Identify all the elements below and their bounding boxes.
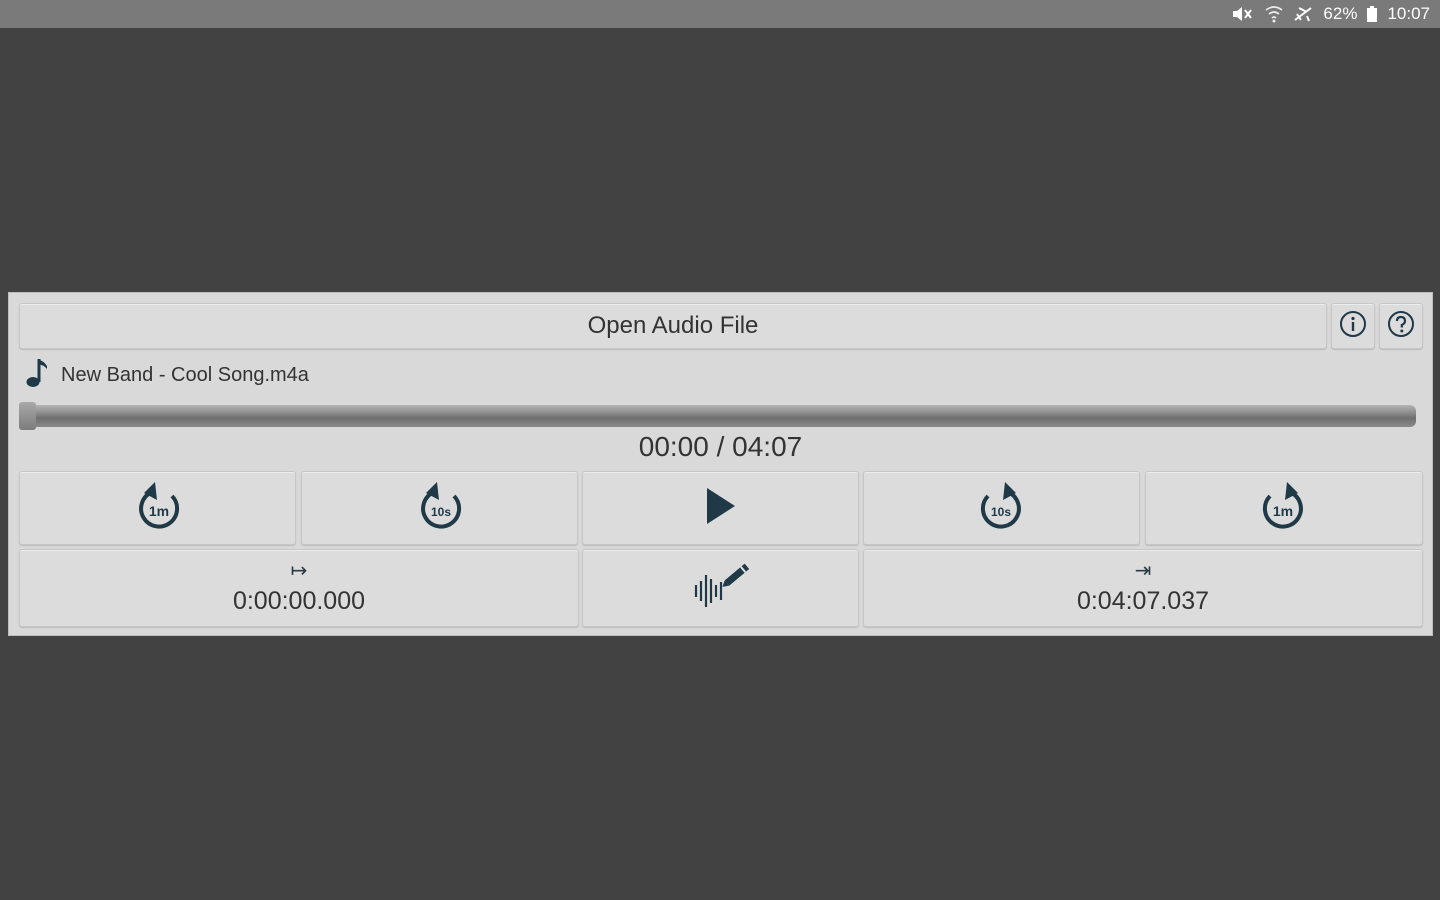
start-marker-time: 0:00:00.000 <box>232 586 366 615</box>
rewind-10s-label: 10s <box>430 505 450 519</box>
edit-waveform-button[interactable] <box>582 549 859 627</box>
player-panel: Open Audio File New Band - Cool Song.m4a… <box>8 292 1433 636</box>
start-marker-icon: ↦ <box>290 559 308 582</box>
forward-1m-button[interactable]: 1m <box>1145 471 1423 545</box>
forward-icon: 1m <box>1258 480 1310 537</box>
rewind-icon: 10s <box>414 480 466 537</box>
end-marker-time: 0:04:07.037 <box>1076 586 1210 615</box>
end-marker-icon: ⇥ <box>1134 559 1152 582</box>
seek-thumb[interactable] <box>19 402 36 430</box>
play-button[interactable] <box>582 471 859 545</box>
rewind-10s-button[interactable]: 10s <box>301 471 578 545</box>
mute-icon <box>1231 5 1255 23</box>
clock: 10:07 <box>1387 4 1430 23</box>
help-icon <box>1387 310 1415 343</box>
airplane-icon <box>1293 5 1313 23</box>
battery-icon <box>1367 6 1378 22</box>
file-name: New Band - Cool Song.m4a <box>61 363 309 386</box>
playback-time: 00:00 / 04:07 <box>638 431 803 462</box>
open-audio-file-button[interactable]: Open Audio File <box>19 303 1327 349</box>
info-button[interactable] <box>1331 303 1375 349</box>
forward-1m-label: 1m <box>1273 503 1293 519</box>
rewind-1m-button[interactable]: 1m <box>19 471 296 545</box>
end-marker-button[interactable]: ⇥ 0:04:07.037 <box>863 549 1423 627</box>
status-bar: 62% 10:07 <box>0 0 1440 28</box>
rewind-icon: 1m <box>132 480 184 537</box>
battery-percent: 62% <box>1323 4 1358 23</box>
forward-10s-label: 10s <box>990 505 1010 519</box>
forward-icon: 10s <box>976 480 1028 537</box>
info-icon <box>1339 310 1367 343</box>
seek-bar[interactable] <box>19 402 1416 430</box>
music-note-icon <box>25 356 49 394</box>
rewind-1m-label: 1m <box>148 503 168 519</box>
forward-10s-button[interactable]: 10s <box>863 471 1140 545</box>
waveform-edit-icon <box>690 557 752 620</box>
current-file: New Band - Cool Song.m4a <box>25 357 309 393</box>
wifi-icon <box>1265 5 1283 23</box>
start-marker-button[interactable]: ↦ 0:00:00.000 <box>19 549 579 627</box>
play-icon <box>703 486 739 531</box>
help-button[interactable] <box>1379 303 1423 349</box>
